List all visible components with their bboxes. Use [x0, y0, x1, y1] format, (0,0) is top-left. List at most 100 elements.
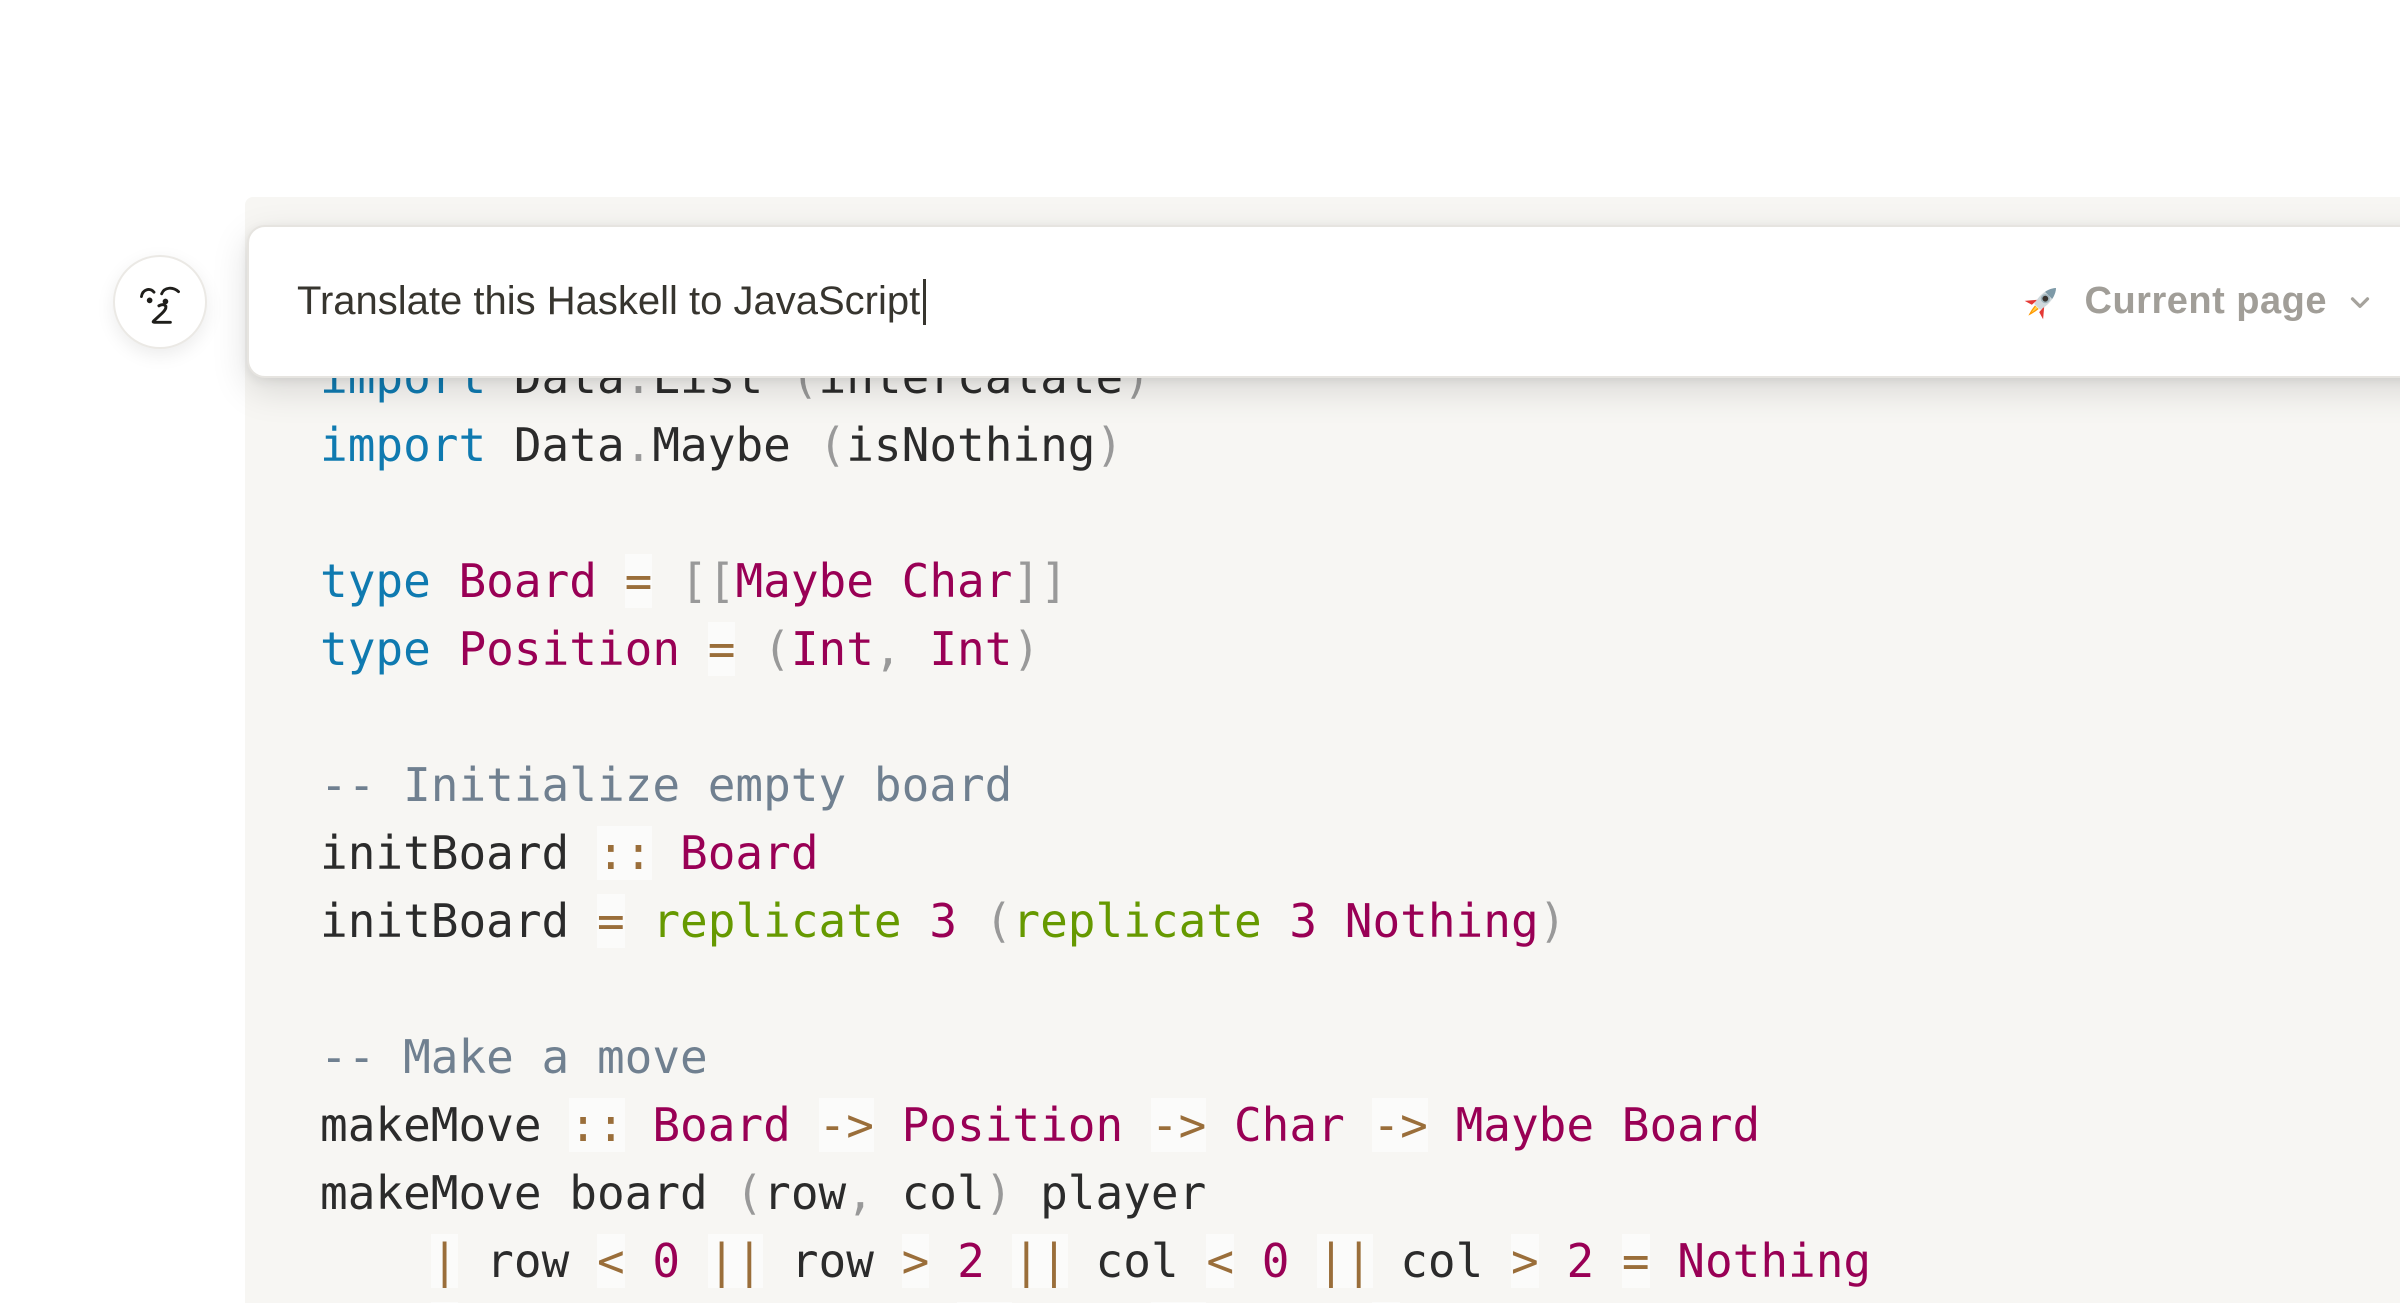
- code-token: initBoard: [320, 826, 597, 880]
- code-token: [680, 622, 708, 676]
- code-token: replicate: [652, 894, 901, 948]
- code-token: ,: [846, 1166, 874, 1220]
- code-token: type: [320, 622, 431, 676]
- code-token: =: [1622, 1234, 1650, 1288]
- code-token: [1234, 1234, 1262, 1288]
- text-caret: [923, 279, 926, 325]
- code-token: =: [708, 622, 736, 676]
- code-token: Board: [458, 554, 596, 608]
- code-token: (: [819, 418, 847, 472]
- code-token: ||: [708, 1234, 763, 1288]
- code-token: >: [902, 1234, 930, 1288]
- code-token: import: [320, 418, 486, 472]
- code-token: [791, 1098, 819, 1152]
- code-token: <: [1206, 1234, 1234, 1288]
- code-token: [874, 1098, 902, 1152]
- code-token: Nothing: [1677, 1234, 1871, 1288]
- code-token: [1539, 1234, 1567, 1288]
- code-token: ->: [819, 1098, 874, 1152]
- ai-input[interactable]: Translate this Haskell to JavaScript: [297, 279, 926, 325]
- code-token: |: [431, 1234, 459, 1288]
- ai-input-value: Translate this Haskell to JavaScript: [297, 279, 920, 324]
- code-token: [[: [680, 554, 735, 608]
- code-line: makeMove board (row, col) player: [320, 1159, 2400, 1227]
- code-token: 0: [1262, 1234, 1290, 1288]
- code-token: col: [1068, 1234, 1206, 1288]
- code-token: row: [763, 1234, 901, 1288]
- code-line: -- Make a move: [320, 1023, 2400, 1091]
- code-token: row: [763, 1166, 846, 1220]
- code-line: initBoard = replicate 3 (replicate 3 Not…: [320, 887, 2400, 955]
- code-token: 2: [1566, 1234, 1594, 1288]
- code-line: initBoard :: Board: [320, 819, 2400, 887]
- context-selector-button[interactable]: Current page: [2017, 277, 2375, 327]
- code-token: Maybe: [1456, 1098, 1594, 1152]
- code-token: Int: [791, 622, 874, 676]
- code-token: ->: [1151, 1098, 1206, 1152]
- code-token: (: [735, 1166, 763, 1220]
- code-token: [597, 554, 625, 608]
- code-token: col: [1373, 1234, 1511, 1288]
- code-line: -- Initialize empty board: [320, 751, 2400, 819]
- code-token: Maybe: [652, 418, 818, 472]
- code-token: [652, 826, 680, 880]
- code-token: [625, 1098, 653, 1152]
- code-token: (: [763, 622, 791, 676]
- code-token: [1289, 1234, 1317, 1288]
- code-token: 0: [652, 1234, 680, 1288]
- code-token: initBoard: [320, 894, 597, 948]
- code-token: [1206, 1098, 1234, 1152]
- code-token: [1317, 894, 1345, 948]
- code-token: =: [625, 554, 653, 608]
- code-token: [1123, 1098, 1151, 1152]
- code-token: Char: [1234, 1098, 1345, 1152]
- code-token: Board: [652, 1098, 790, 1152]
- code-token: [1650, 1234, 1678, 1288]
- code-token: Board: [680, 826, 818, 880]
- code-token: [652, 554, 680, 608]
- code-token: ]]: [1012, 554, 1067, 608]
- code-token: Board: [1622, 1098, 1760, 1152]
- code-token: [680, 1234, 708, 1288]
- ai-input-bar[interactable]: Translate this Haskell to JavaScript Cu: [247, 225, 2400, 378]
- code-token: 3: [1289, 894, 1317, 948]
- code-token: type: [320, 554, 431, 608]
- code-token: .: [625, 418, 653, 472]
- code-token: [957, 894, 985, 948]
- code-token: Nothing: [1345, 894, 1539, 948]
- code-token: [625, 1234, 653, 1288]
- code-line: [320, 683, 2400, 751]
- code-line: | isNothing (board !! row !! col) = Just…: [320, 1295, 2400, 1303]
- code-token: ): [1012, 622, 1040, 676]
- code-token: >: [1511, 1234, 1539, 1288]
- code-token: Position: [458, 622, 680, 676]
- code-line: makeMove :: Board -> Position -> Char ->…: [320, 1091, 2400, 1159]
- code-token: ,: [874, 622, 902, 676]
- code-token: [874, 554, 902, 608]
- code-token: Char: [902, 554, 1013, 608]
- code-token: replicate: [1012, 894, 1261, 948]
- code-token: player: [1012, 1166, 1206, 1220]
- code-line: import Data.Maybe (isNothing): [320, 411, 2400, 479]
- code-token: [735, 622, 763, 676]
- code-token: row: [458, 1234, 596, 1288]
- code-token: [1594, 1098, 1622, 1152]
- code-token: [431, 554, 459, 608]
- code-token: (: [985, 894, 1013, 948]
- page: import Data.List (intercalate)import Dat…: [0, 0, 2400, 1303]
- code-token: ||: [1317, 1234, 1372, 1288]
- code-token: isNothing: [846, 418, 1095, 472]
- context-selector-label: Current page: [2085, 280, 2327, 323]
- code-token: Int: [929, 622, 1012, 676]
- code-token: [985, 1234, 1013, 1288]
- code-token: col: [874, 1166, 985, 1220]
- code-token: Data: [486, 418, 624, 472]
- code-line: | row < 0 || row > 2 || col < 0 || col >…: [320, 1227, 2400, 1295]
- code-token: [1345, 1098, 1373, 1152]
- code-token: [320, 1234, 431, 1288]
- code-token: Maybe: [735, 554, 873, 608]
- code-token: ->: [1372, 1098, 1427, 1152]
- code-token: [929, 1234, 957, 1288]
- code-token: ): [1095, 418, 1123, 472]
- code-token: [1428, 1098, 1456, 1152]
